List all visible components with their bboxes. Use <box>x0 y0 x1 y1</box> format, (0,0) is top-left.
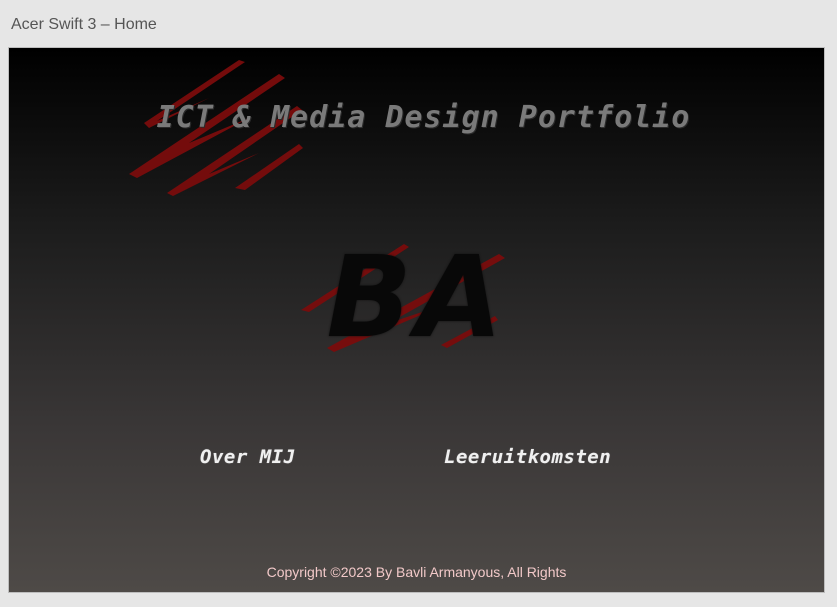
monogram-logo: BA <box>326 233 507 363</box>
footer-copyright: Copyright ©2023 By Bavli Armanyous, All … <box>266 564 567 580</box>
window-title: Acer Swift 3 – Home <box>11 16 157 33</box>
nav-link-leeruitkomsten[interactable]: Leeruitkomsten <box>444 446 611 468</box>
nav-link-over-mij[interactable]: Over MIJ <box>200 446 296 468</box>
page-viewport: ICT & Media Design Portfolio BA Over MIJ… <box>8 47 825 593</box>
portfolio-heading: ICT & Media Design Portfolio <box>156 100 691 135</box>
